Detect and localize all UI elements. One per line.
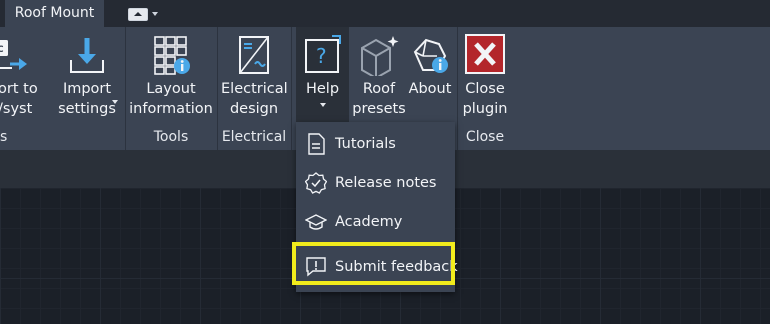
menu-item-release-notes[interactable]: Release notes [296,164,455,202]
badge-check-icon [305,172,327,194]
export-label-1: ort to [0,81,38,97]
graduation-cap-icon [305,214,327,230]
svg-text:?: ? [316,44,327,68]
electrical-label-2: design [229,101,279,117]
group-label-electrical: Electrical [221,129,287,145]
document-icon [308,133,325,155]
svg-text:C: C [0,45,4,55]
menu-item-label: Tutorials [335,136,396,152]
export-label-2: /syst [0,101,33,117]
tab-roof-mount[interactable]: Roof Mount [5,0,104,27]
tab-bar: Roof Mount [0,0,770,27]
about-button[interactable]: About [406,27,454,125]
export-icon: C [0,40,27,70]
window-icon[interactable] [128,8,148,21]
layout-label-2: information [129,101,213,117]
electrical-design-button[interactable]: Electrical design [221,27,288,125]
electrical-label-1: Electrical [221,81,288,97]
menu-item-academy[interactable]: Academy [296,203,455,241]
import-icon [70,38,104,73]
import-settings-button[interactable]: Import settings [51,27,123,125]
group-separator [457,27,458,150]
about-label: About [408,81,452,97]
inverter-icon [239,36,269,74]
roof-presets-button[interactable]: Roof presets [350,27,408,125]
about-icon [413,38,448,73]
highlight-box [292,242,455,285]
export-button[interactable]: C ort to /syst [0,27,42,125]
help-button[interactable]: ? Help [296,27,349,125]
chevron-down-icon [320,103,326,107]
presets-label-2: presets [352,101,406,117]
roof-presets-icon [361,36,399,76]
chevron-down-icon [112,100,118,104]
group-separator [217,27,218,150]
group-separator [291,27,292,150]
menu-item-tutorials[interactable]: Tutorials [296,125,455,163]
help-label: Help [305,81,340,97]
layout-grid-icon [154,36,190,75]
help-icon: ? [304,35,341,73]
presets-label-1: Roof [362,81,396,97]
group-separator [125,27,126,150]
group-label-close: Close [465,129,505,145]
menu-item-label: Release notes [335,175,437,191]
chevron-down-icon[interactable] [152,12,158,16]
close-label-1: Close [465,81,505,97]
layout-label-1: Layout [146,81,196,97]
group-label-tools: Tools [153,129,189,145]
import-label-1: Import [62,81,112,97]
close-plugin-button[interactable]: Close plugin [460,27,510,125]
layout-information-button[interactable]: Layout information [129,27,213,125]
group-label-first: s [0,129,8,145]
menu-item-label: Academy [335,214,403,230]
close-icon [465,34,505,74]
close-label-2: plugin [462,101,508,117]
